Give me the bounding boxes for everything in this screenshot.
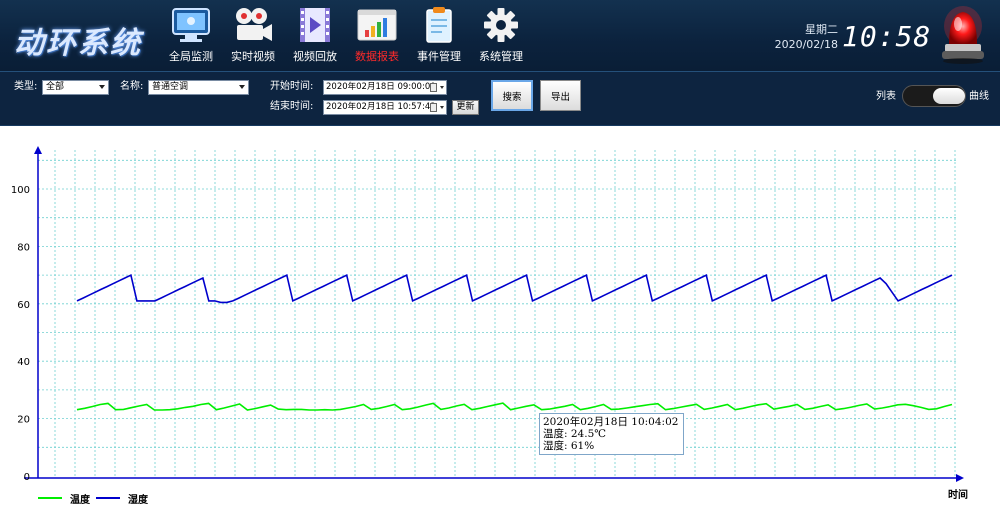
- monitor-icon: [170, 6, 212, 44]
- line-chart: 0 20 40 60 80 100 时间: [11, 146, 968, 501]
- nav-item-event-management[interactable]: 事件管理: [408, 6, 470, 68]
- type-select-value: 全部: [46, 82, 65, 92]
- app-window: 动环系统 全局监测 实时视频 视频回放 数据报表 事件管理 系统管理 星期二 2…: [0, 0, 1000, 517]
- tooltip-time: 2020年02月18日 10:04:02: [543, 416, 679, 428]
- x-axis-arrow: [956, 474, 964, 482]
- film-playback-icon: [294, 6, 336, 44]
- end-time-value: 2020年02月18日 10:57:43: [326, 102, 436, 112]
- gear-icon: [480, 6, 522, 44]
- nav-item-video-playback[interactable]: 视频回放: [284, 6, 346, 68]
- legend-swatch: [96, 497, 120, 499]
- tooltip-temperature: 温度: 24.5℃: [543, 428, 606, 440]
- legend-label: 湿度: [128, 494, 148, 506]
- alarm-siren-icon[interactable]: [938, 4, 988, 66]
- calendar-icon: [430, 83, 437, 92]
- refresh-button[interactable]: 更新: [452, 100, 479, 115]
- nav-item-live-video[interactable]: 实时视频: [222, 6, 284, 68]
- name-select[interactable]: 普通空调: [148, 80, 249, 95]
- bar-chart-icon: [356, 6, 398, 44]
- nav-label: 数据报表: [355, 50, 399, 63]
- y-tick-label: 100: [11, 185, 30, 196]
- series-line-temperature: [76, 402, 953, 411]
- date-display: 星期二 2020/02/18: [772, 22, 838, 52]
- chart-tooltip: 2020年02月18日 10:04:02 温度: 24.5℃ 湿度: 61%: [539, 413, 684, 455]
- date-text: 2020/02/18: [774, 38, 838, 51]
- nav-item-data-report[interactable]: 数据报表: [346, 6, 408, 68]
- list-chart-toggle[interactable]: [902, 85, 966, 107]
- app-title: 动环系统: [14, 26, 142, 61]
- export-button[interactable]: 导出: [540, 80, 581, 111]
- legend-item-humidity[interactable]: 湿度: [96, 491, 148, 506]
- top-header: 动环系统 全局监测 实时视频 视频回放 数据报表 事件管理 系统管理 星期二 2…: [0, 0, 1000, 72]
- chevron-down-icon: [440, 106, 444, 109]
- start-time-input[interactable]: 2020年02月18日 09:00:00: [323, 80, 447, 95]
- calendar-icon: [430, 103, 437, 112]
- chevron-down-icon: [239, 85, 245, 89]
- legend-item-temperature[interactable]: 温度: [38, 491, 90, 506]
- toggle-knob: [933, 88, 965, 104]
- toggle-chart-label: 曲线: [969, 91, 989, 102]
- y-axis-arrow: [34, 146, 42, 154]
- clipboard-icon: [418, 6, 460, 44]
- chevron-down-icon: [440, 86, 444, 89]
- y-tick-label: 20: [17, 415, 30, 426]
- x-axis-label: 时间: [948, 488, 968, 501]
- chevron-down-icon: [99, 85, 105, 89]
- legend-label: 温度: [70, 494, 90, 506]
- y-tick-label: 80: [17, 242, 30, 253]
- y-tick-label: 60: [17, 300, 30, 311]
- name-select-value: 普通空调: [152, 82, 189, 92]
- toggle-list-label: 列表: [876, 91, 896, 102]
- nav-label: 视频回放: [293, 50, 337, 63]
- main-nav: 全局监测 实时视频 视频回放 数据报表 事件管理 系统管理: [160, 6, 532, 68]
- tooltip-humidity: 湿度: 61%: [543, 440, 595, 452]
- weekday-text: 星期二: [805, 23, 838, 36]
- legend-swatch: [38, 497, 62, 499]
- video-camera-icon: [232, 6, 274, 44]
- end-time-label: 结束时间:: [270, 101, 314, 112]
- search-button[interactable]: 搜索: [491, 80, 533, 111]
- nav-label: 全局监测: [169, 50, 213, 63]
- nav-item-global-monitor[interactable]: 全局监测: [160, 6, 222, 68]
- nav-label: 实时视频: [231, 50, 275, 63]
- type-label: 类型:: [14, 81, 38, 92]
- end-time-input[interactable]: 2020年02月18日 10:57:43: [323, 100, 447, 115]
- name-label: 名称:: [120, 81, 144, 92]
- start-time-label: 开始时间:: [270, 81, 314, 92]
- type-select[interactable]: 全部: [42, 80, 109, 95]
- nav-label: 事件管理: [417, 50, 461, 63]
- series-line-humidity: [76, 273, 953, 304]
- nav-label: 系统管理: [479, 50, 523, 63]
- clock-time: 10:58: [842, 20, 932, 53]
- y-tick-label: 40: [17, 357, 30, 368]
- start-time-value: 2020年02月18日 09:00:00: [326, 82, 436, 92]
- nav-item-system-management[interactable]: 系统管理: [470, 6, 532, 68]
- y-tick-label: 0: [24, 472, 30, 483]
